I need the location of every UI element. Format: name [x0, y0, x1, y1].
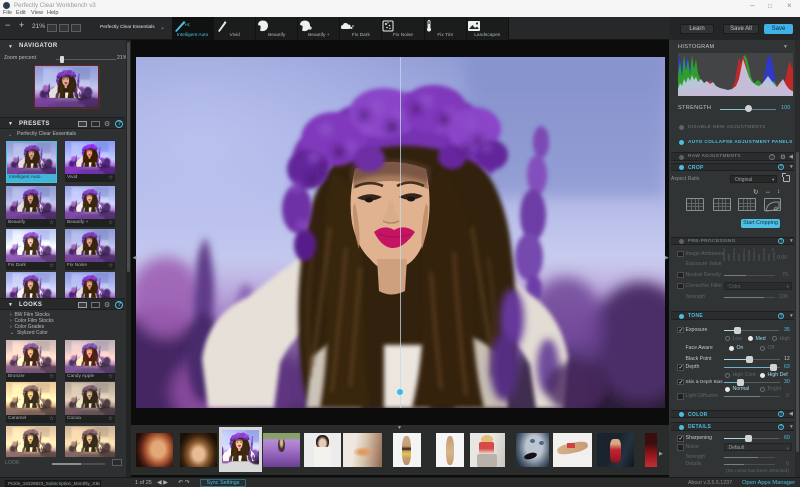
svg-text:3: 3 [733, 248, 736, 252]
svg-text:5: 5 [772, 248, 775, 252]
svg-text:5: 5 [723, 248, 726, 252]
svg-text:3: 3 [763, 248, 766, 252]
svg-text:HD: HD [185, 22, 190, 27]
svg-text:1: 1 [753, 248, 756, 252]
svg-text:1: 1 [743, 248, 746, 252]
